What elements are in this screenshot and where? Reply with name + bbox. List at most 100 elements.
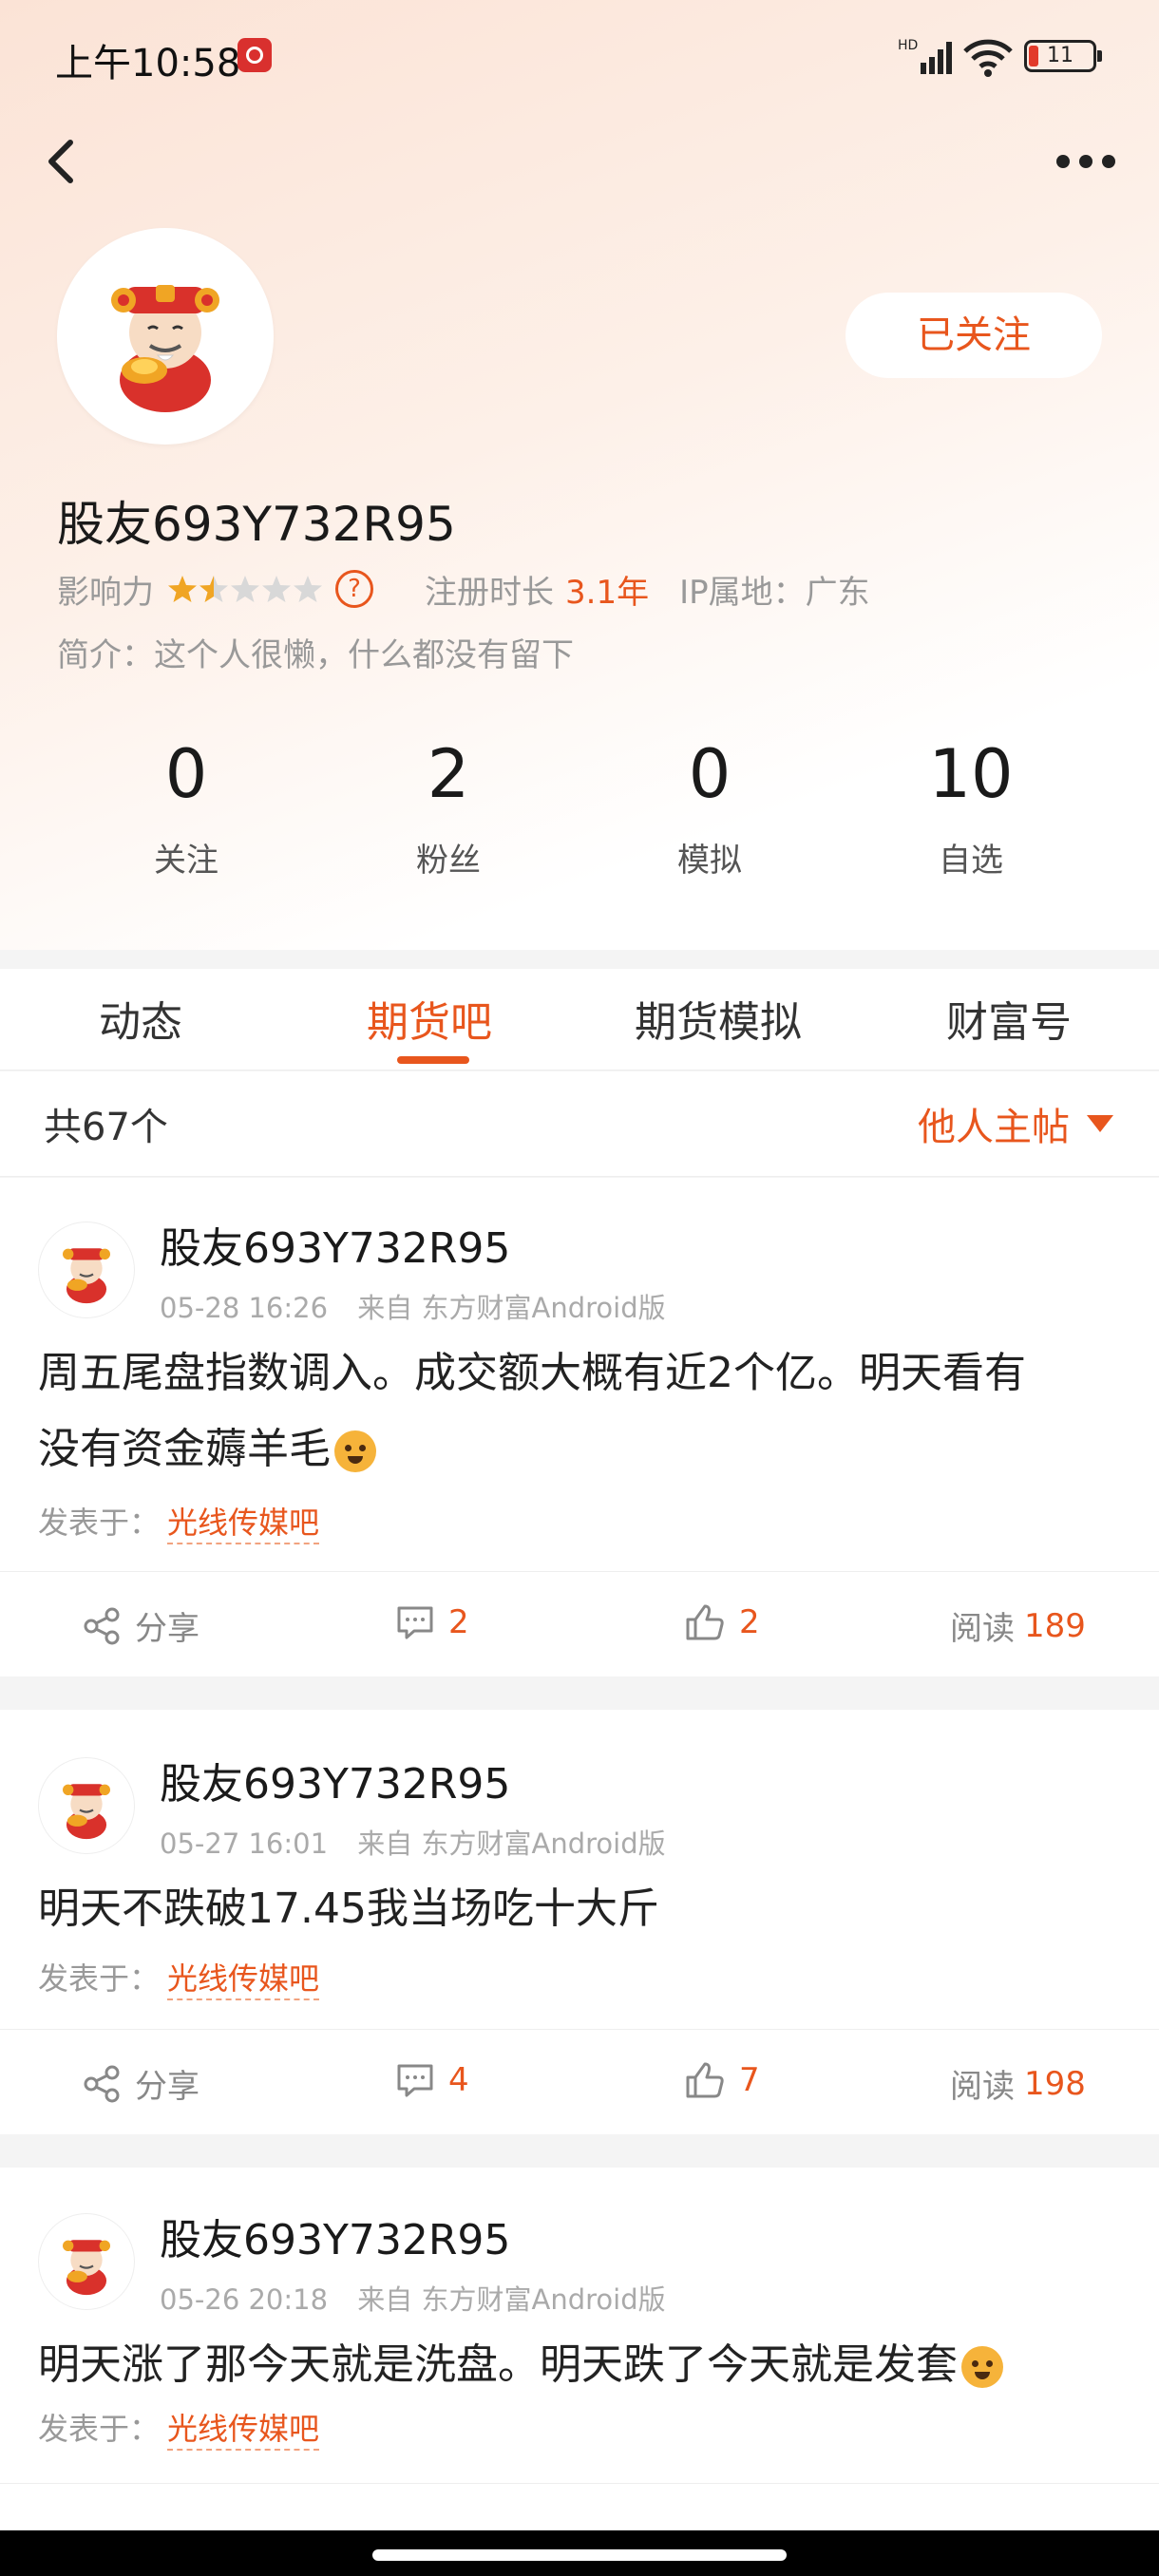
status-bar: 上午10:58 HD 11 — [0, 0, 1159, 114]
post-text-line: 明天涨了那今天就是洗盘。明天跌了今天就是发套 — [38, 2340, 958, 2389]
stat-number: 2 — [427, 735, 470, 813]
post-card[interactable]: 股友693Y732R95 05-26 20:18 来自 东方财富Android版… — [0, 2168, 1159, 2531]
share-button[interactable]: 分享 — [82, 1602, 200, 1649]
read-number: 198 — [1024, 2064, 1086, 2103]
post-avatar[interactable] — [38, 1757, 135, 1854]
comment-button[interactable]: 2 — [395, 1602, 469, 1642]
read-number: 189 — [1024, 1606, 1086, 1645]
tab-wealth-account[interactable]: 财富号 — [946, 988, 1072, 1049]
post-bar-link[interactable]: 光线传媒吧 — [167, 2411, 320, 2451]
post-content[interactable]: 明天涨了那今天就是洗盘。明天跌了今天就是发套 — [38, 2327, 1121, 2403]
post-from-label: 发表于： — [38, 2411, 161, 2447]
status-time: 上午10:58 — [55, 42, 241, 85]
star-icon — [231, 576, 259, 602]
ip-location: IP属地：广东 — [679, 573, 870, 612]
stat-number: 10 — [928, 735, 1014, 813]
post-bar-link[interactable]: 光线传媒吧 — [167, 1960, 320, 2000]
follow-button[interactable]: 已关注 — [846, 293, 1102, 378]
home-gesture-bar[interactable] — [372, 2549, 787, 2561]
tab-futures-bar[interactable]: 期货吧 — [367, 988, 492, 1049]
laughing-emoji-icon — [961, 2346, 1003, 2388]
post-date: 05-28 16:26 — [160, 1292, 329, 1324]
stat-following[interactable]: 0 关注 — [91, 731, 281, 881]
post-meta: 05-26 20:18 来自 东方财富Android版 — [160, 2278, 666, 2318]
more-icon[interactable] — [1054, 144, 1117, 179]
post-username[interactable]: 股友693Y732R95 — [160, 2206, 510, 2266]
tab-dynamics[interactable]: 动态 — [99, 988, 182, 1049]
post-avatar[interactable] — [38, 1222, 135, 1318]
post-source: 来自 东方财富Android版 — [357, 2283, 666, 2316]
post-content[interactable]: 周五尾盘指数调入。成交额大概有近2个亿。明天看有 没有资金薅羊毛 — [38, 1335, 1121, 1487]
share-label: 分享 — [135, 1610, 200, 1648]
comment-button[interactable]: 4 — [395, 2060, 469, 2100]
post-text-line: 明天不跌破17.45我当场吃十大斤 — [38, 1885, 659, 1933]
stat-fans[interactable]: 2 粉丝 — [353, 731, 543, 881]
caret-down-icon — [1087, 1115, 1113, 1132]
god-of-wealth-avatar-icon — [63, 1784, 110, 1840]
post-text-line-with-emoji: 明天涨了那今天就是洗盘。明天跌了今天就是发套 — [38, 2327, 1121, 2403]
post-actions: 分享 2 2 阅读 189 — [0, 1571, 1159, 1676]
back-arrow-icon[interactable] — [38, 133, 86, 190]
post-filter-dropdown[interactable]: 他人主帖 — [918, 1096, 1113, 1151]
post-bar-link[interactable]: 光线传媒吧 — [167, 1505, 320, 1544]
post-card[interactable]: 股友693Y732R95 05-28 16:26 来自 东方财富Android版… — [0, 1178, 1159, 1676]
god-of-wealth-avatar-icon — [63, 2240, 110, 2296]
post-username[interactable]: 股友693Y732R95 — [160, 1214, 510, 1275]
stat-label: 粉丝 — [416, 842, 481, 880]
comment-icon — [397, 1606, 433, 1639]
list-header: 共67个 他人主帖 — [0, 1071, 1159, 1177]
star-icon — [200, 576, 228, 602]
profile-avatar[interactable] — [57, 228, 274, 445]
profile-username: 股友693Y732R95 — [57, 497, 456, 552]
post-from-label: 发表于： — [38, 1960, 161, 1997]
post-from: 发表于： 光线传媒吧 — [38, 1499, 320, 1544]
post-count: 共67个 — [44, 1106, 168, 1149]
like-count: 7 — [739, 2061, 760, 2099]
profile-intro: 简介：这个人很懒，什么都没有留下 — [57, 636, 574, 674]
post-text-line: 没有资金薅羊毛 — [38, 1425, 331, 1473]
stat-number: 0 — [688, 735, 732, 813]
read-label: 阅读 — [950, 1610, 1015, 1648]
post-from: 发表于： 光线传媒吧 — [38, 1955, 320, 2000]
like-button[interactable]: 2 — [684, 1602, 760, 1642]
wifi-icon — [963, 39, 1013, 77]
share-button[interactable]: 分享 — [82, 2060, 200, 2107]
tab-bar: 动态 期货吧 期货模拟 财富号 — [0, 969, 1159, 1070]
signal-icon: HD — [898, 38, 952, 74]
post-actions — [0, 2483, 1159, 2531]
thumbs-up-icon — [686, 2062, 724, 2098]
like-button[interactable]: 7 — [684, 2060, 760, 2100]
post-text-line: 周五尾盘指数调入。成交额大概有近2个亿。明天看有 — [38, 1349, 1026, 1397]
battery-icon: 11 — [1024, 40, 1102, 72]
influence-label: 影响力 — [57, 573, 154, 612]
star-icon — [168, 576, 197, 602]
stat-simulation[interactable]: 0 模拟 — [615, 731, 805, 881]
stat-watchlist[interactable]: 10 自选 — [876, 731, 1066, 881]
like-count: 2 — [739, 1603, 760, 1641]
stat-label: 自选 — [939, 842, 1003, 880]
post-source: 来自 东方财富Android版 — [357, 1828, 666, 1860]
post-card[interactable]: 股友693Y732R95 05-27 16:01 来自 东方财富Android版… — [0, 1710, 1159, 2134]
share-icon — [84, 1607, 120, 1644]
post-date: 05-27 16:01 — [160, 1828, 329, 1860]
star-icon — [262, 576, 291, 602]
read-count: 阅读 198 — [950, 2060, 1086, 2107]
post-username[interactable]: 股友693Y732R95 — [160, 1750, 510, 1810]
stat-label: 模拟 — [677, 842, 742, 880]
help-icon[interactable]: ? — [335, 570, 373, 608]
share-label: 分享 — [135, 2068, 200, 2106]
post-meta: 05-27 16:01 来自 东方财富Android版 — [160, 1822, 666, 1862]
post-content[interactable]: 明天不跌破17.45我当场吃十大斤 — [38, 1871, 1121, 1947]
post-actions: 分享 4 7 阅读 198 — [0, 2029, 1159, 2134]
god-of-wealth-avatar-icon — [111, 285, 219, 412]
comment-icon — [397, 2064, 433, 2097]
star-icon — [294, 576, 322, 602]
profile-meta-row: 影响力 ? 注册时长 3.1年 IP属地：广东 — [57, 566, 870, 612]
post-from-label: 发表于： — [38, 1505, 161, 1541]
read-count: 阅读 189 — [950, 1602, 1086, 1649]
notification-app-icon — [238, 38, 272, 72]
post-date: 05-26 20:18 — [160, 2283, 329, 2316]
tab-futures-simulation[interactable]: 期货模拟 — [635, 988, 802, 1049]
share-icon — [84, 2065, 120, 2102]
post-avatar[interactable] — [38, 2213, 135, 2310]
